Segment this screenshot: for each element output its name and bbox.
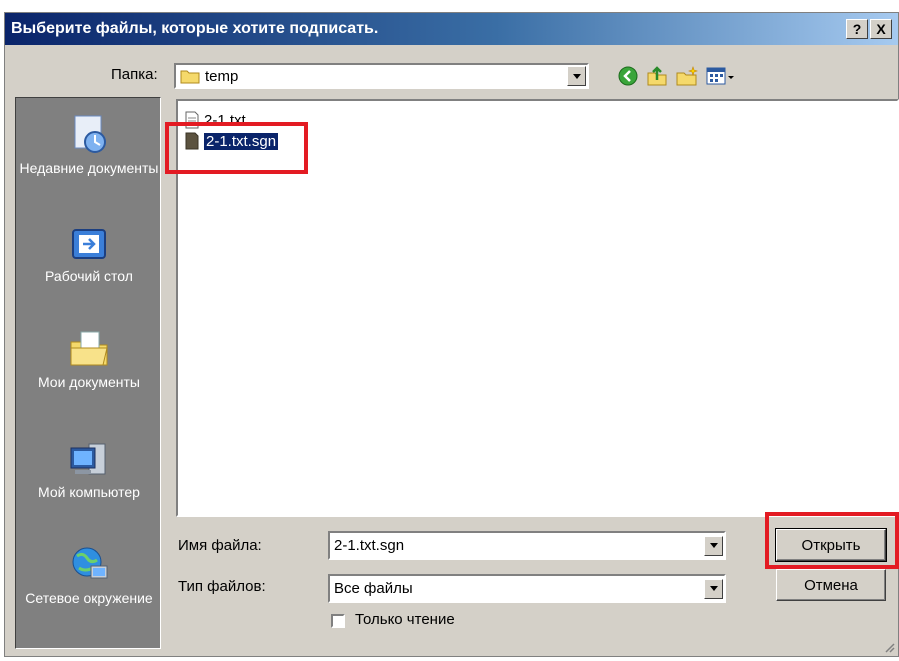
open-file-dialog: Выберите файлы, которые хотите подписать… [4, 12, 899, 657]
new-folder-icon[interactable] [675, 65, 699, 87]
help-button[interactable]: ? [846, 19, 868, 39]
up-folder-icon[interactable] [645, 65, 669, 87]
title-bar[interactable]: Выберите файлы, которые хотите подписать… [5, 13, 898, 45]
view-menu-icon[interactable] [705, 65, 735, 87]
place-label: Недавние документы [19, 160, 159, 176]
text-file-icon [185, 111, 199, 129]
file-name: 2-1.txt.sgn [204, 132, 279, 150]
back-icon[interactable] [616, 65, 640, 87]
filename-value: 2-1.txt.sgn [334, 537, 405, 554]
places-bar: Недавние документы Рабочий стол Мои доку… [15, 97, 161, 649]
place-my-documents[interactable]: Мои документы [16, 326, 162, 391]
place-my-computer[interactable]: Мой компьютер [16, 440, 162, 501]
file-item[interactable]: 2-1.txt [184, 111, 246, 129]
cancel-button[interactable]: Отмена [776, 569, 886, 601]
folder-icon [180, 70, 200, 84]
place-label: Мой компьютер [38, 484, 140, 500]
filename-label: Имя файла: [178, 537, 262, 554]
place-network[interactable]: Сетевое окружение [16, 544, 162, 607]
readonly-checkbox[interactable] [331, 614, 345, 628]
filetype-select[interactable]: Все файлы [328, 574, 726, 603]
my-documents-icon [70, 331, 108, 366]
chevron-down-icon[interactable] [704, 535, 723, 556]
open-button[interactable]: Открыть [775, 528, 887, 562]
place-label: Рабочий стол [45, 268, 133, 284]
recent-documents-icon [74, 115, 106, 153]
file-list[interactable]: 2-1.txt 2-1.txt.sgn [176, 99, 899, 517]
my-computer-icon [70, 443, 106, 475]
dialog-title: Выберите файлы, которые хотите подписать… [11, 20, 379, 37]
place-label: Сетевое окружение [25, 590, 153, 606]
filetype-value: Все файлы [334, 580, 413, 597]
folder-label: Папка: [111, 66, 158, 83]
close-button[interactable]: X [870, 19, 892, 39]
chevron-down-icon[interactable] [704, 578, 723, 599]
desktop-icon [72, 229, 106, 259]
place-label: Мои документы [37, 374, 140, 390]
filetype-label: Тип файлов: [178, 578, 266, 595]
place-desktop[interactable]: Рабочий стол [16, 226, 162, 285]
resize-grip-icon[interactable] [883, 641, 895, 653]
readonly-label: Только чтение [355, 611, 455, 628]
chevron-down-icon[interactable] [567, 66, 586, 86]
place-recent-documents[interactable]: Недавние документы [16, 112, 162, 177]
filename-input[interactable]: 2-1.txt.sgn [328, 531, 726, 560]
folder-select[interactable]: temp [174, 63, 589, 89]
file-name: 2-1.txt [204, 111, 246, 129]
folder-value: temp [205, 67, 239, 85]
signed-file-icon [185, 132, 199, 150]
file-item-selected[interactable]: 2-1.txt.sgn [184, 132, 279, 150]
network-icon [72, 547, 108, 579]
